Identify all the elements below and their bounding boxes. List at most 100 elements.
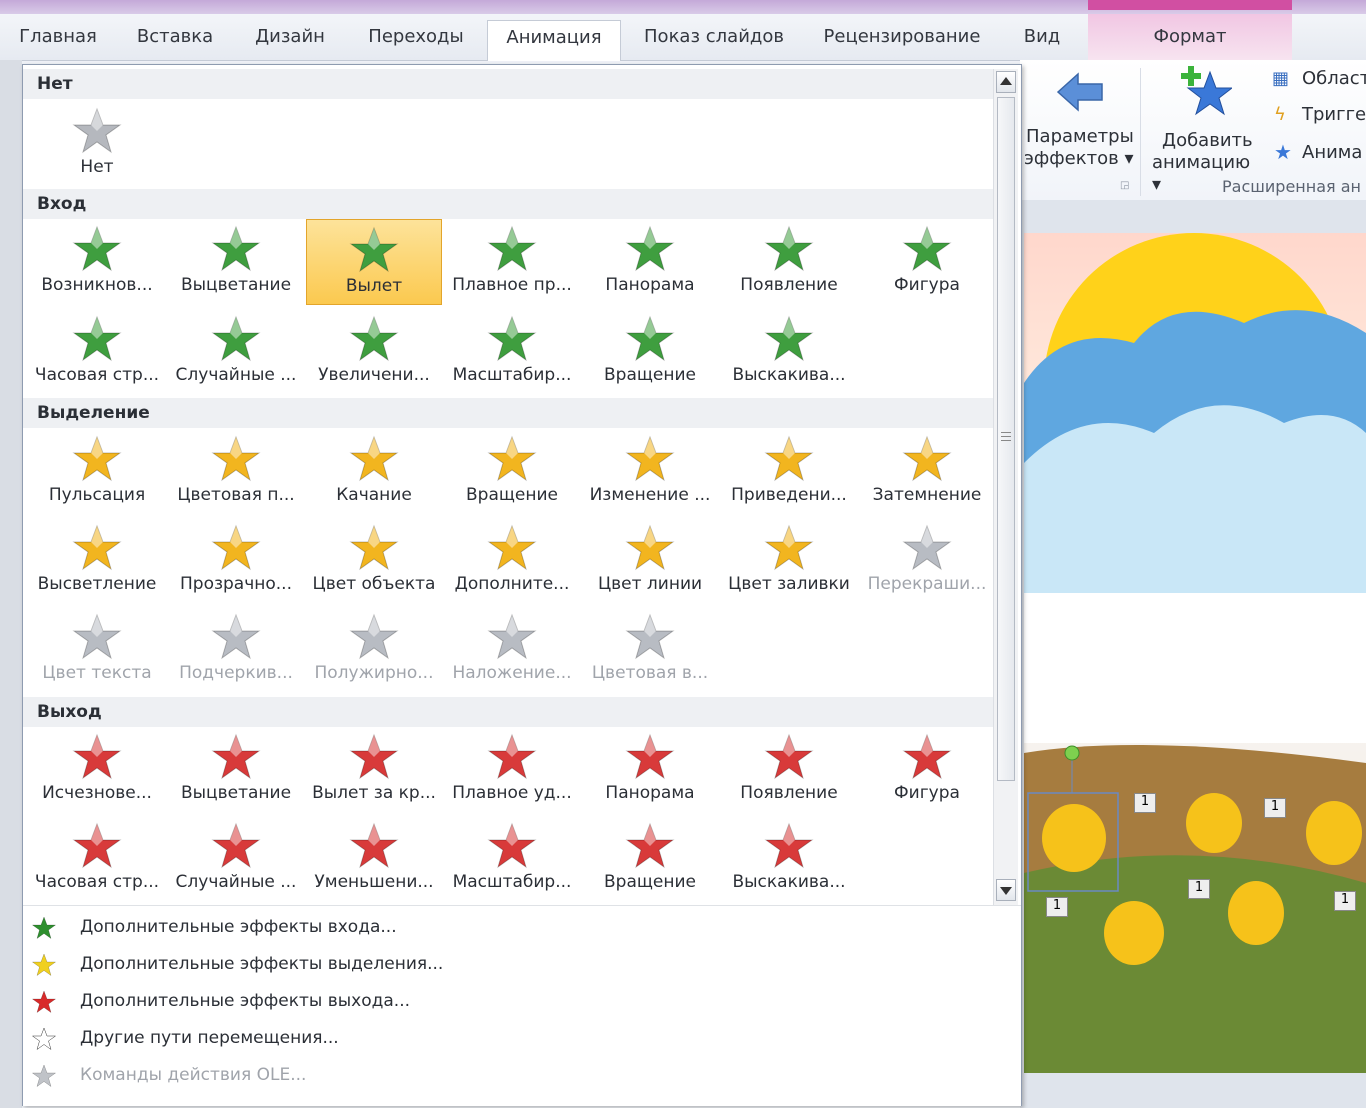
green-star-icon	[902, 225, 952, 272]
menu-item-3[interactable]: Дополнительные эффекты выхода...	[23, 984, 1021, 1020]
exit-effect-item[interactable]: Исчезнове...	[29, 727, 165, 813]
exit-effect-item[interactable]: Плавное уд...	[444, 727, 580, 813]
red-star-icon	[349, 822, 399, 869]
exit-effect-item[interactable]: Часовая стр...	[29, 816, 165, 902]
slide-canvas[interactable]: 1 1 1 1 1	[1024, 233, 1366, 1073]
effect-label: Цвет линии	[597, 574, 703, 594]
entrance-effect-item[interactable]: Выцветание	[168, 219, 304, 305]
exit-effect-item[interactable]: Панорама	[582, 727, 718, 813]
menu-item-label: Команды действия OLE...	[80, 1065, 307, 1085]
effect-label: Фигура	[894, 783, 960, 803]
entrance-effect-item[interactable]: Вращение	[582, 309, 718, 395]
red-star-icon	[902, 733, 952, 780]
exit-effect-item[interactable]: Масштабир...	[444, 816, 580, 902]
scroll-thumb[interactable]	[997, 97, 1015, 781]
tab-transitions[interactable]: Переходы	[354, 20, 478, 60]
effect-options-label2: эффектов ▾	[1024, 148, 1134, 169]
effect-none[interactable]: Нет	[29, 101, 165, 187]
green-star-icon	[211, 315, 261, 362]
animation-order-badge: 1	[1046, 897, 1068, 917]
entrance-effect-item[interactable]: Плавное пр...	[444, 219, 580, 305]
effect-label: Вылет за кр...	[312, 783, 436, 803]
scroll-down-button[interactable]	[996, 879, 1016, 901]
effect-label: Цвет заливки	[728, 574, 850, 594]
add-animation-button[interactable]: Добавить анимацию ▾	[1148, 64, 1264, 195]
effect-label: Прозрачно...	[180, 574, 292, 594]
emphasis-effect-item[interactable]: Высветление	[29, 518, 165, 604]
tab-animation[interactable]: Анимация	[487, 20, 621, 61]
red-star-icon	[211, 822, 261, 869]
red-star-icon	[211, 733, 261, 780]
lightning-icon: ϟ	[1274, 104, 1286, 125]
tab-view[interactable]: Вид	[1010, 20, 1074, 60]
tab-review[interactable]: Рецензирование	[810, 20, 994, 60]
yellow-star-icon	[72, 524, 122, 571]
exit-effect-item[interactable]: Фигура	[859, 727, 995, 813]
effect-label: Выскакива...	[732, 872, 846, 892]
emphasis-effect-item[interactable]: Цвет заливки	[721, 518, 857, 604]
trigger-button[interactable]: ϟ Тригге	[1272, 102, 1366, 130]
animation-painter-button[interactable]: ★ Анима	[1272, 140, 1366, 168]
scroll-up-button[interactable]	[996, 71, 1016, 93]
emphasis-effect-item[interactable]: Приведени...	[721, 429, 857, 515]
menu-item-1[interactable]: Дополнительные эффекты входа...	[23, 910, 1021, 946]
emphasis-effect-item[interactable]: Цвет объекта	[306, 518, 442, 604]
effect-label: Появление	[740, 783, 838, 803]
green-star-icon	[72, 225, 122, 272]
emphasis-effect-item[interactable]: Цветовая п...	[168, 429, 304, 515]
entrance-effect-item[interactable]: Появление	[721, 219, 857, 305]
exit-effect-item[interactable]: Выцветание	[168, 727, 304, 813]
gray-star-icon	[487, 613, 537, 660]
yellow-star-icon	[764, 524, 814, 571]
gallery-scrollbar[interactable]	[993, 69, 1018, 905]
green-star-icon	[487, 225, 537, 272]
entrance-effect-item[interactable]: Панорама	[582, 219, 718, 305]
effect-label: Панорама	[605, 783, 695, 803]
entrance-effect-item[interactable]: Выскакива...	[721, 309, 857, 395]
emphasis-effect-item: Цвет текста	[29, 607, 165, 693]
emphasis-effect-item[interactable]: Качание	[306, 429, 442, 515]
emphasis-effect-item[interactable]: Дополните...	[444, 518, 580, 604]
entrance-effect-item[interactable]: Фигура	[859, 219, 995, 305]
emphasis-effect-item[interactable]: Прозрачно...	[168, 518, 304, 604]
effect-fly-in-selected[interactable]: Вылет	[306, 219, 442, 305]
emphasis-effect-item[interactable]: Изменение ...	[582, 429, 718, 515]
effect-label: Часовая стр...	[34, 365, 160, 385]
exit-effect-item[interactable]: Вылет за кр...	[306, 727, 442, 813]
effect-label: Наложение...	[452, 663, 572, 683]
exit-effect-item[interactable]: Вращение	[582, 816, 718, 902]
emphasis-effect-item[interactable]: Пульсация	[29, 429, 165, 515]
menu-item-2[interactable]: Дополнительные эффекты выделения...	[23, 947, 1021, 983]
animation-pane-button[interactable]: ▦ Област	[1272, 66, 1366, 94]
tab-home[interactable]: Главная	[8, 20, 108, 60]
ribbon-separator	[1140, 68, 1141, 196]
effect-label: Вращение	[604, 365, 696, 385]
tab-insert[interactable]: Вставка	[122, 20, 228, 60]
effect-label: Исчезнове...	[42, 783, 152, 803]
entrance-effect-item[interactable]: Случайные ...	[168, 309, 304, 395]
exit-effect-item[interactable]: Уменьшени...	[306, 816, 442, 902]
emphasis-effect-item[interactable]: Цвет линии	[582, 518, 718, 604]
effect-options-button[interactable]: Параметры эффектов ▾	[1020, 64, 1138, 174]
effect-label: Цветовая в...	[591, 663, 709, 683]
entrance-effect-item[interactable]: Часовая стр...	[29, 309, 165, 395]
exit-effect-item[interactable]: Случайные ...	[168, 816, 304, 902]
effect-label: Появление	[740, 275, 838, 295]
tab-format[interactable]: Формат	[1088, 14, 1292, 60]
exit-effect-item[interactable]: Появление	[721, 727, 857, 813]
tab-slideshow[interactable]: Показ слайдов	[632, 20, 796, 60]
exit-effect-item[interactable]: Выскакива...	[721, 816, 857, 902]
emphasis-effect-item[interactable]: Затемнение	[859, 429, 995, 515]
tab-design[interactable]: Дизайн	[240, 20, 340, 60]
entrance-effect-item[interactable]: Увеличени...	[306, 309, 442, 395]
animation-painter-label: Анима	[1302, 142, 1363, 163]
dialog-launcher-icon[interactable]: ◲	[1120, 180, 1129, 191]
effect-label: Случайные ...	[175, 365, 297, 385]
effect-label: Цвет объекта	[312, 574, 436, 594]
entrance-effect-item[interactable]: Масштабир...	[444, 309, 580, 395]
emphasis-effect-item[interactable]: Вращение	[444, 429, 580, 515]
yellow-star-icon	[72, 435, 122, 482]
menu-item-4[interactable]: Другие пути перемещения...	[23, 1021, 1021, 1057]
emphasis-effect-item: Подчеркив...	[168, 607, 304, 693]
entrance-effect-item[interactable]: Возникнов...	[29, 219, 165, 305]
